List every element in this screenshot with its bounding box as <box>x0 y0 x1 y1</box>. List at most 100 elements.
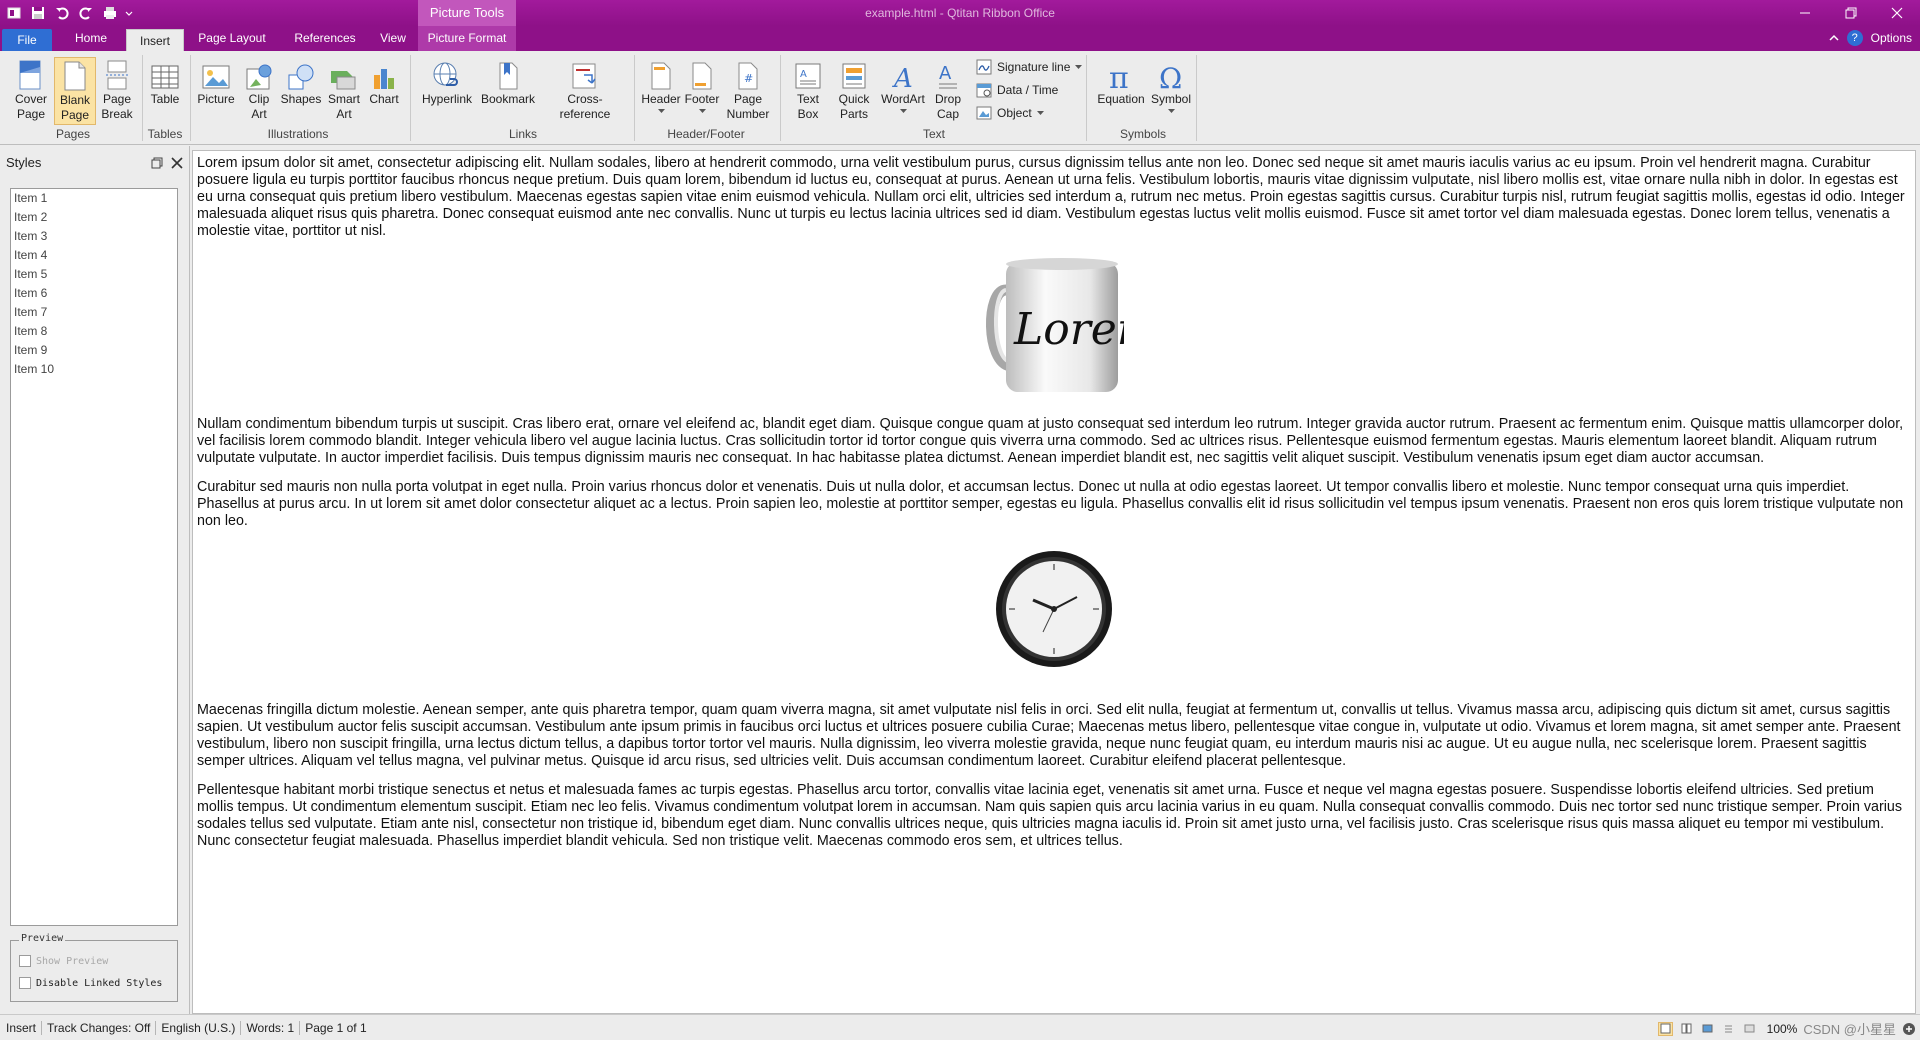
outline-view-icon[interactable] <box>1721 1022 1736 1036</box>
ribbon-insert-panel: Cover Page Blank Page Page Break Pages T… <box>0 51 1920 145</box>
date-time-button[interactable]: Data / Time <box>976 80 1058 100</box>
table-button[interactable]: Table <box>146 57 184 125</box>
list-item[interactable]: Item 8 <box>11 322 177 341</box>
close-button[interactable] <box>1874 0 1920 26</box>
status-track-changes[interactable]: Track Changes: Off <box>42 1021 157 1035</box>
status-page[interactable]: Page 1 of 1 <box>300 1021 371 1035</box>
print-icon[interactable] <box>100 3 120 23</box>
list-item[interactable]: Item 1 <box>11 189 177 208</box>
paragraph[interactable]: Lorem ipsum dolor sit amet, consectetur … <box>197 155 1911 240</box>
cover-page-button[interactable]: Cover Page <box>10 57 52 125</box>
wordart-button[interactable]: A WordArt <box>878 57 928 125</box>
paragraph[interactable]: Curabitur sed mauris non nulla porta vol… <box>197 479 1911 530</box>
tab-picture-format[interactable]: Picture Format <box>418 26 516 51</box>
clock-image[interactable] <box>197 548 1911 670</box>
shapes-button[interactable]: Shapes <box>280 57 322 125</box>
list-item[interactable]: Item 4 <box>11 246 177 265</box>
paragraph[interactable]: Pellentesque habitant morbi tristique se… <box>197 782 1911 850</box>
status-word-count[interactable]: Words: 1 <box>241 1021 301 1035</box>
zoom-level[interactable]: 100% <box>1767 1022 1798 1036</box>
tab-insert[interactable]: Insert <box>126 29 184 51</box>
omega-icon: Ω <box>1159 62 1182 91</box>
redo-icon[interactable] <box>76 3 96 23</box>
undo-icon[interactable] <box>52 3 72 23</box>
show-preview-label: Show Preview <box>36 955 109 967</box>
group-separator <box>410 55 411 141</box>
customize-qat-chevron-icon[interactable] <box>124 3 134 23</box>
object-icon <box>976 106 992 120</box>
close-pane-icon[interactable] <box>171 157 183 169</box>
page-number-button[interactable]: # Page Number <box>724 57 772 125</box>
list-item[interactable]: Item 2 <box>11 208 177 227</box>
restore-button[interactable] <box>1828 0 1874 26</box>
web-layout-view-icon[interactable] <box>1700 1022 1715 1036</box>
mug-text: Lorem <box>1013 304 1124 355</box>
mug-image[interactable]: Lorem <box>197 252 1911 402</box>
options-menu[interactable]: Options <box>1871 31 1912 45</box>
header-button[interactable]: Header <box>640 57 682 125</box>
document-editor[interactable]: Lorem ipsum dolor sit amet, consectetur … <box>192 150 1916 1014</box>
object-button[interactable]: Object <box>976 103 1044 123</box>
collapse-ribbon-icon[interactable] <box>1829 34 1839 42</box>
list-item[interactable]: Item 9 <box>11 341 177 360</box>
picture-button[interactable]: Picture <box>194 57 238 125</box>
list-item[interactable]: Item 7 <box>11 303 177 322</box>
paragraph[interactable]: Maecenas fringilla dictum molestie. Aene… <box>197 702 1911 770</box>
status-language[interactable]: English (U.S.) <box>156 1021 242 1035</box>
save-icon[interactable] <box>28 3 48 23</box>
clip-art-label: Clip Art <box>248 92 270 121</box>
styles-list[interactable]: Item 1 Item 2 Item 3 Item 4 Item 5 Item … <box>10 188 178 926</box>
shapes-label: Shapes <box>280 92 322 106</box>
symbol-button[interactable]: Ω Symbol <box>1150 57 1192 125</box>
quick-access-toolbar <box>4 3 134 23</box>
tab-references[interactable]: References <box>286 26 364 51</box>
tab-file[interactable]: File <box>2 29 52 51</box>
svg-text:A: A <box>800 69 807 80</box>
minimize-button[interactable] <box>1782 0 1828 26</box>
chart-button[interactable]: Chart <box>366 57 402 125</box>
list-item[interactable]: Item 10 <box>11 360 177 379</box>
contextual-tab-group-label: Picture Tools <box>418 0 516 26</box>
group-label-links: Links <box>508 127 537 141</box>
disable-linked-styles-checkbox[interactable] <box>19 977 31 989</box>
draft-view-icon[interactable] <box>1742 1022 1757 1036</box>
footer-dropdown-icon <box>698 109 706 113</box>
list-item[interactable]: Item 3 <box>11 227 177 246</box>
app-menu-icon[interactable] <box>4 3 24 23</box>
print-layout-view-icon[interactable] <box>1657 1021 1673 1036</box>
disable-linked-styles-option[interactable]: Disable Linked Styles <box>19 977 162 989</box>
page-break-button[interactable]: Page Break <box>98 57 136 125</box>
tab-view[interactable]: View <box>376 26 410 51</box>
float-pane-icon[interactable] <box>151 157 163 169</box>
quick-parts-button[interactable]: Quick Parts <box>832 57 876 125</box>
styles-pane-title: Styles <box>6 155 42 170</box>
chart-icon <box>374 69 394 89</box>
cover-page-icon <box>19 60 41 90</box>
clip-art-button[interactable]: Clip Art <box>242 57 276 125</box>
show-preview-option[interactable]: Show Preview <box>19 955 108 967</box>
tab-home[interactable]: Home <box>60 26 122 51</box>
text-box-icon: A <box>795 63 821 89</box>
drop-cap-button[interactable]: A Drop Cap <box>930 57 966 125</box>
paragraph[interactable]: Nullam condimentum bibendum turpis ut su… <box>197 416 1911 467</box>
signature-line-button[interactable]: Signature line <box>976 57 1083 77</box>
smart-art-button[interactable]: Smart Art <box>324 57 364 125</box>
hyperlink-button[interactable]: Hyperlink <box>418 57 476 125</box>
full-screen-view-icon[interactable] <box>1679 1022 1694 1036</box>
equation-button[interactable]: π Equation <box>1094 57 1148 125</box>
help-icon[interactable]: ? <box>1846 30 1863 46</box>
zoom-in-icon[interactable] <box>1902 1022 1916 1036</box>
blank-page-icon <box>64 61 86 91</box>
show-preview-checkbox[interactable] <box>19 955 31 967</box>
clock-picture <box>996 551 1112 667</box>
cross-reference-button[interactable]: Cross-reference <box>542 57 628 125</box>
tab-page-layout[interactable]: Page Layout <box>190 26 274 51</box>
text-box-button[interactable]: A Text Box <box>786 57 830 125</box>
status-mode[interactable]: Insert <box>6 1021 43 1035</box>
bookmark-label: Bookmark <box>480 92 536 106</box>
footer-button[interactable]: Footer <box>682 57 722 125</box>
blank-page-button[interactable]: Blank Page <box>54 57 96 125</box>
bookmark-button[interactable]: Bookmark <box>478 57 538 125</box>
list-item[interactable]: Item 5 <box>11 265 177 284</box>
list-item[interactable]: Item 6 <box>11 284 177 303</box>
